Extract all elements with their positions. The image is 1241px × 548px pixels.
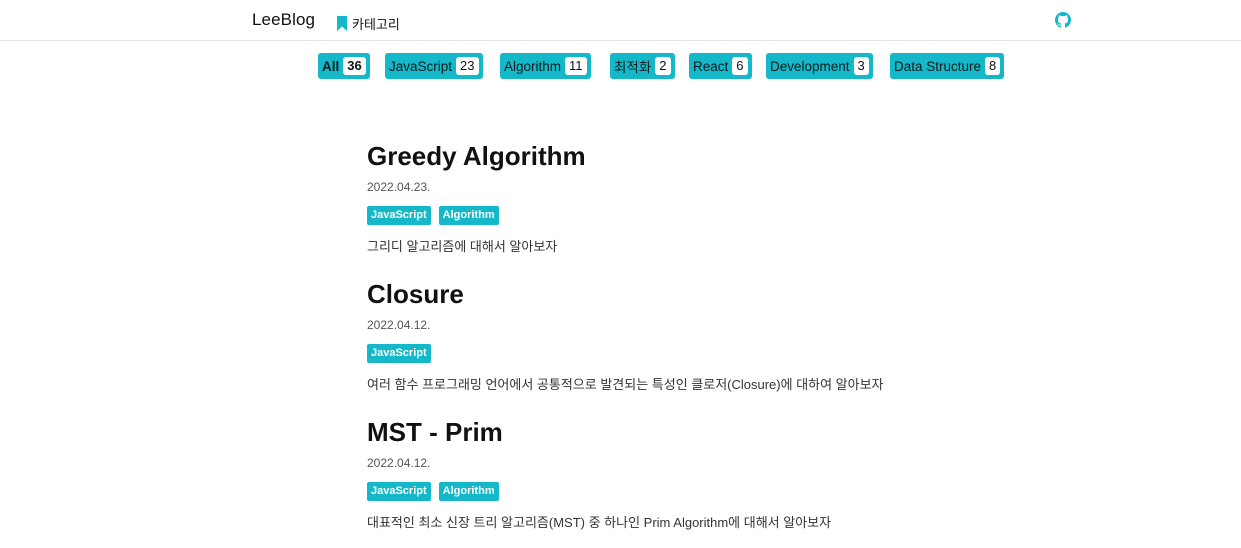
post-tag: JavaScript (367, 344, 431, 363)
post-date: 2022.04.12. (367, 318, 431, 332)
category-count: 2 (655, 57, 671, 75)
post-date: 2022.04.12. (367, 456, 431, 470)
post-tags: JavaScript (367, 344, 431, 363)
category-nav-link[interactable]: 카테고리 (336, 14, 400, 33)
post-tag: Algorithm (438, 206, 499, 225)
github-icon[interactable] (1055, 12, 1071, 28)
post-tags: JavaScript Algorithm (367, 482, 499, 501)
category-label: Data Structure (894, 58, 982, 74)
post-item[interactable]: Closure 2022.04.12. JavaScript 여러 함수 프로그… (367, 278, 884, 392)
post-title[interactable]: Closure (367, 278, 464, 310)
blog-brand-link[interactable]: LeeBlog (252, 10, 315, 30)
category-tab-all[interactable]: All 36 (318, 53, 370, 79)
category-label: All (322, 58, 340, 74)
category-label: Development (770, 58, 850, 74)
category-label: JavaScript (389, 58, 453, 74)
post-title[interactable]: MST - Prim (367, 416, 503, 448)
category-count: 8 (985, 57, 1001, 75)
post-item[interactable]: Greedy Algorithm 2022.04.23. JavaScript … (367, 140, 586, 254)
post-date: 2022.04.23. (367, 180, 431, 194)
category-tab-optimization[interactable]: 최적화 2 (610, 53, 675, 79)
post-tag: JavaScript (367, 482, 431, 501)
category-label: React (693, 58, 729, 74)
category-nav-label: 카테고리 (352, 17, 400, 32)
top-header: LeeBlog 카테고리 (0, 0, 1241, 41)
category-count: 11 (565, 57, 587, 75)
post-tag: JavaScript (367, 206, 431, 225)
category-label: 최적화 (614, 60, 652, 75)
post-item[interactable]: MST - Prim 2022.04.12. JavaScript Algori… (367, 416, 831, 530)
category-tab-javascript[interactable]: JavaScript 23 (385, 53, 483, 79)
post-tag: Algorithm (438, 482, 499, 501)
post-title[interactable]: Greedy Algorithm (367, 140, 586, 172)
category-count: 6 (732, 57, 748, 75)
bookmark-icon (337, 16, 347, 31)
category-tab-data-structure[interactable]: Data Structure 8 (890, 53, 1005, 79)
category-count: 23 (456, 57, 479, 75)
category-label: Algorithm (504, 58, 562, 74)
post-description: 여러 함수 프로그래밍 언어에서 공통적으로 발견되는 특성인 클로저(Clos… (367, 377, 884, 392)
category-tab-react[interactable]: React 6 (689, 53, 752, 79)
category-tab-algorithm[interactable]: Algorithm 11 (500, 53, 591, 79)
category-count: 36 (343, 57, 366, 75)
category-count: 3 (853, 57, 869, 75)
post-description: 대표적인 최소 신장 트리 알고리즘(MST) 중 하나인 Prim Algor… (367, 515, 832, 530)
post-tags: JavaScript Algorithm (367, 206, 499, 225)
post-description: 그리디 알고리즘에 대해서 알아보자 (367, 239, 558, 254)
category-tab-development[interactable]: Development 3 (766, 53, 873, 79)
